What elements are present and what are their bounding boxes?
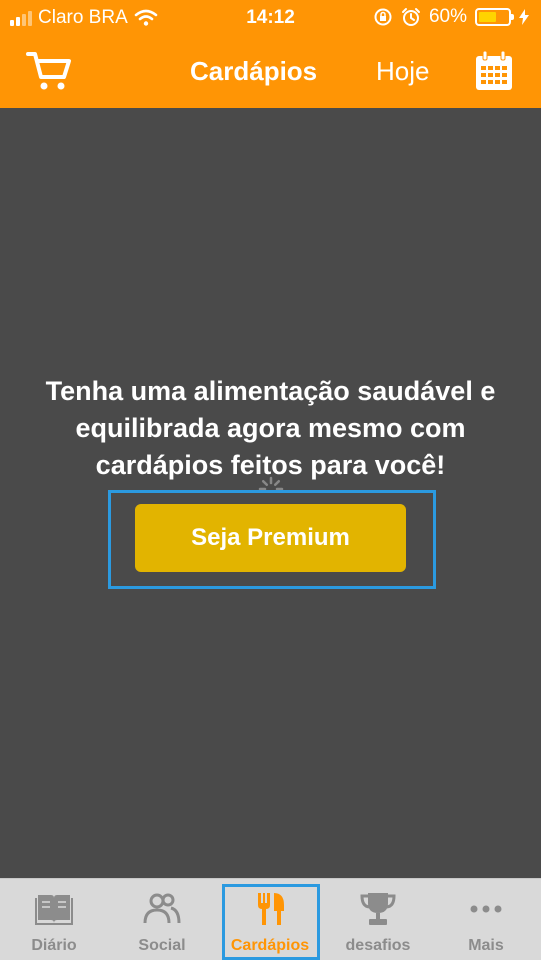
tab-highlight-box xyxy=(222,884,320,960)
status-bar: Claro BRA 14:12 60% xyxy=(0,0,541,36)
tab-label: Mais xyxy=(468,937,504,954)
book-icon xyxy=(35,895,73,925)
tab-label: Social xyxy=(138,937,186,954)
page-title: Cardápios xyxy=(190,56,318,86)
main-content: Tenha uma alimentação saudável e equilib… xyxy=(0,108,541,878)
more-dots-icon xyxy=(470,905,502,913)
tab-label: Diário xyxy=(31,937,77,954)
cart-icon xyxy=(26,52,71,90)
calendar-button[interactable] xyxy=(474,50,514,92)
nav-bar: Cardápios Hoje xyxy=(0,36,541,108)
calendar-icon xyxy=(476,50,512,90)
battery-icon xyxy=(475,8,514,26)
cart-button[interactable] xyxy=(26,50,72,92)
tab-mais[interactable]: Mais xyxy=(432,879,540,960)
tab-social[interactable]: Social xyxy=(108,879,216,960)
tab-desafios[interactable]: desafios xyxy=(324,879,432,960)
people-icon xyxy=(143,893,181,924)
premium-button[interactable]: Seja Premium xyxy=(135,504,406,572)
tab-diario[interactable]: Diário xyxy=(0,879,108,960)
alarm-icon xyxy=(401,8,420,26)
trophy-icon xyxy=(360,893,396,925)
today-button[interactable]: Hoje xyxy=(376,56,429,87)
status-right: 60% xyxy=(373,6,529,28)
battery-percent: 60% xyxy=(428,6,467,27)
rotation-lock-icon xyxy=(374,8,392,26)
charging-icon xyxy=(519,9,529,25)
tab-label: desafios xyxy=(345,937,411,954)
promo-text: Tenha uma alimentação saudável e equilib… xyxy=(45,376,496,480)
